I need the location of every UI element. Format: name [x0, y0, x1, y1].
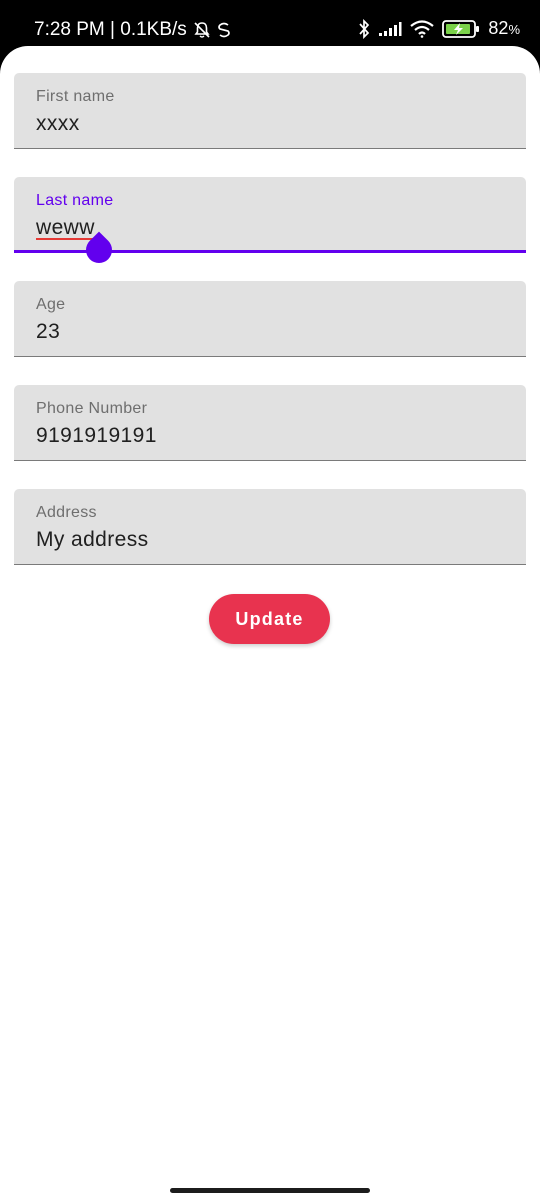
address-field[interactable]: Address My address — [14, 489, 526, 565]
wifi-icon — [410, 19, 435, 38]
phone-number-field[interactable]: Phone Number 9191919191 — [14, 385, 526, 461]
battery-percent: 82% — [488, 18, 520, 38]
phone-number-input[interactable]: 9191919191 — [36, 424, 157, 448]
phone-number-label: Phone Number — [36, 400, 148, 417]
age-field[interactable]: Age 23 — [14, 281, 526, 357]
app-screen: First name xxxx Last name weww Age 23 Ph… — [0, 46, 540, 1200]
bluetooth-icon — [358, 18, 370, 39]
battery-charging-icon — [442, 19, 480, 39]
age-input[interactable]: 23 — [36, 320, 60, 344]
status-bar-left: 7:28 PM | 0.1KB/s — [34, 19, 231, 41]
status-bar-right: 82% — [358, 18, 520, 39]
home-indicator[interactable] — [170, 1188, 370, 1193]
last-name-label: Last name — [36, 192, 114, 209]
last-name-input[interactable]: weww — [36, 216, 95, 240]
sync-icon — [217, 21, 231, 39]
age-label: Age — [36, 296, 66, 313]
last-name-field[interactable]: Last name weww — [14, 177, 526, 269]
address-input[interactable]: My address — [36, 528, 149, 552]
alarm-off-icon — [193, 21, 211, 39]
signal-icon — [378, 21, 402, 37]
status-time-speed: 7:28 PM | 0.1KB/s — [34, 19, 187, 40]
first-name-input[interactable]: xxxx — [36, 112, 80, 136]
address-label: Address — [36, 504, 97, 521]
battery-unit: % — [508, 22, 520, 37]
update-button[interactable]: Update — [209, 594, 330, 644]
first-name-field[interactable]: First name xxxx — [14, 73, 526, 149]
first-name-label: First name — [36, 88, 115, 105]
